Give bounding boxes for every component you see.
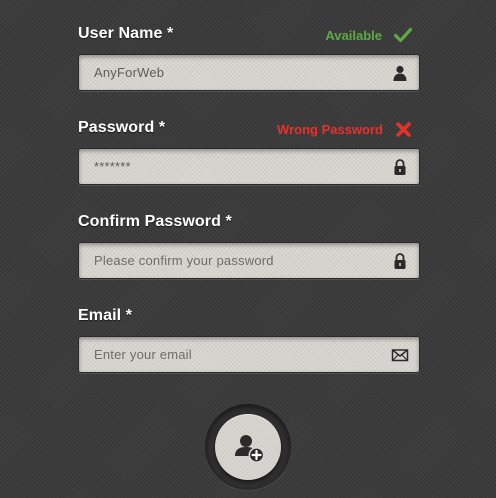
email-placeholder: Enter your email bbox=[94, 347, 192, 362]
confirm-password-field-group: Confirm Password * Please confirm your p… bbox=[78, 212, 420, 279]
email-field-group: Email * Enter your email bbox=[78, 306, 420, 373]
register-button[interactable] bbox=[215, 414, 281, 480]
lock-icon bbox=[394, 159, 406, 175]
password-label: Password * bbox=[78, 119, 166, 136]
password-status: Wrong Password bbox=[277, 121, 412, 138]
username-status-text: Available bbox=[325, 27, 382, 43]
username-status: Available bbox=[325, 27, 412, 43]
cross-icon bbox=[396, 122, 411, 137]
email-input[interactable]: Enter your email bbox=[78, 336, 420, 373]
checkmark-icon bbox=[394, 27, 412, 43]
add-user-icon bbox=[235, 435, 265, 463]
password-value: ******* bbox=[94, 159, 131, 174]
registration-form: User Name * Available AnyForWeb Password… bbox=[78, 24, 420, 373]
envelope-icon bbox=[391, 349, 409, 362]
username-field-group: User Name * Available AnyForWeb bbox=[78, 24, 420, 91]
submit-button-well bbox=[205, 404, 291, 490]
confirm-password-placeholder: Please confirm your password bbox=[94, 253, 274, 268]
confirm-password-label: Confirm Password * bbox=[78, 213, 232, 230]
username-input[interactable]: AnyForWeb bbox=[78, 54, 420, 91]
confirm-password-input[interactable]: Please confirm your password bbox=[78, 242, 420, 279]
password-input[interactable]: ******* bbox=[78, 148, 420, 185]
password-field-group: Password * Wrong Password ******* bbox=[78, 118, 420, 185]
password-status-text: Wrong Password bbox=[277, 122, 383, 137]
username-value: AnyForWeb bbox=[94, 65, 165, 80]
user-icon bbox=[393, 65, 407, 81]
lock-icon bbox=[394, 253, 406, 269]
email-label: Email * bbox=[78, 307, 133, 324]
username-label: User Name * bbox=[78, 25, 174, 42]
